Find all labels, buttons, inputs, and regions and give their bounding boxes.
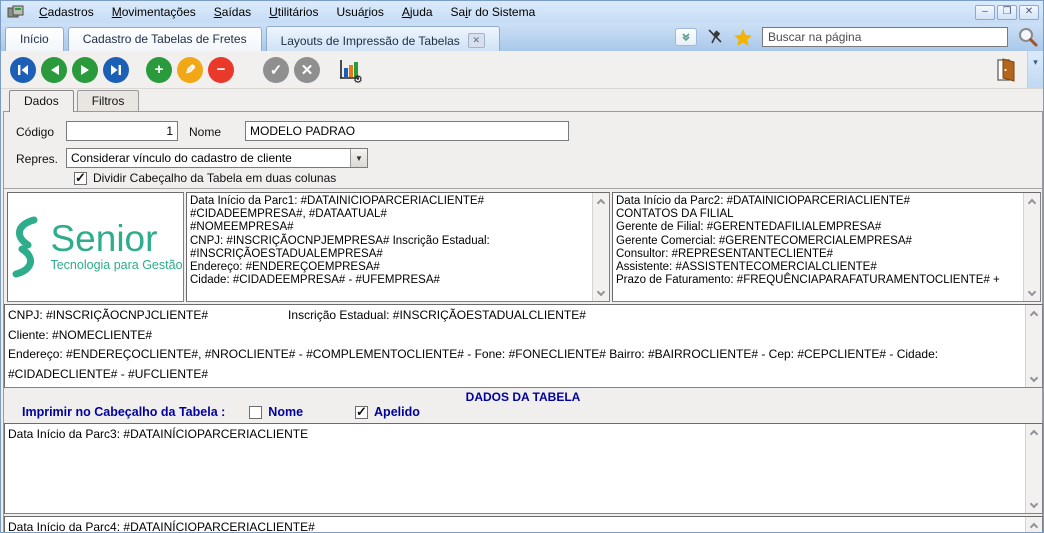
unpin-icon[interactable] [706, 28, 724, 46]
nome-checkbox[interactable] [249, 405, 263, 419]
menu-item-cadastros[interactable]: Cadastros [30, 2, 103, 22]
favorite-star-icon[interactable] [733, 28, 753, 47]
scroll-down-icon[interactable] [1026, 497, 1042, 513]
menu-item-ajuda[interactable]: Ajuda [393, 2, 442, 22]
tab-cadastro-tabelas-fretes[interactable]: Cadastro de Tabelas de Fretes [67, 27, 262, 51]
last-record-button[interactable] [103, 56, 129, 83]
client-header-textarea[interactable]: CNPJ: #INSCRIÇÃOCNPJCLIENTE# Inscrição E… [4, 304, 1043, 388]
nome-option-label: Nome [268, 405, 304, 419]
header-left-textarea[interactable]: Data Início da Parc1: #DATAINÍCIOPARCERI… [186, 192, 610, 302]
first-record-button[interactable] [10, 56, 36, 83]
divide-header-option: Dividir Cabeçalho da Tabela em duas colu… [74, 170, 337, 186]
tab-close-icon[interactable]: ✕ [467, 33, 485, 48]
record-toolbar: + ✎ − ✓ ✕ ⚙ ▾ [1, 51, 1043, 89]
report-chart-button[interactable]: ⚙ [334, 55, 366, 85]
toolbar-right: ▾ [991, 51, 1043, 88]
menu-item-sair[interactable]: Sair do Sistema [442, 2, 545, 22]
scrollbar[interactable] [1023, 193, 1040, 301]
menu-item-utilitarios[interactable]: Utilitários [260, 2, 327, 22]
scroll-up-icon[interactable] [1026, 517, 1042, 532]
tab-layouts-impressao[interactable]: Layouts de Impressão de Tabelas ✕ [265, 26, 500, 51]
dropdown-arrow-icon[interactable]: ▼ [350, 149, 367, 167]
tab-dados[interactable]: Dados [9, 90, 74, 112]
form-header-box: Código 1 Nome MODELO PADRAO Repres. Cons… [4, 112, 1042, 189]
body-text: Data Início da Parc3: #DATAINÍCIOPARCERI… [8, 427, 309, 441]
window-controls: – ❐ ✕ [975, 4, 1043, 20]
scrollbar[interactable] [1025, 517, 1042, 532]
expand-chevron-icon[interactable] [675, 28, 697, 46]
header-left-text: Data Início da Parc1: #DATAINÍCIOPARCERI… [190, 195, 490, 287]
cancel-button[interactable]: ✕ [294, 56, 320, 83]
tab-inicio[interactable]: Início [5, 27, 64, 51]
scroll-up-icon[interactable] [593, 193, 609, 209]
nome-field[interactable]: MODELO PADRAO [245, 121, 569, 141]
table-section-title: DADOS DA TABELA [465, 390, 581, 404]
scrollbar[interactable] [1025, 424, 1042, 513]
codigo-label: Código [16, 125, 55, 139]
close-button[interactable]: ✕ [1019, 4, 1039, 20]
menu-item-movimentacoes[interactable]: Movimentações [103, 2, 205, 22]
body-textarea[interactable]: Data Início da Parc3: #DATAINÍCIOPARCERI… [4, 423, 1043, 514]
confirm-button[interactable]: ✓ [263, 56, 289, 83]
divide-header-label: Dividir Cabeçalho da Tabela em duas colu… [93, 171, 337, 185]
apelido-checkbox[interactable] [355, 404, 369, 420]
scroll-up-icon[interactable] [1026, 305, 1042, 321]
previous-record-button[interactable] [41, 56, 67, 83]
senior-logo-icon [12, 216, 38, 278]
print-header-options: Imprimir no Cabeçalho da Tabela : Nome A… [22, 404, 420, 420]
dados-page: Código 1 Nome MODELO PADRAO Repres. Cons… [3, 111, 1043, 533]
document-tab-bar: Início Cadastro de Tabelas de Fretes Lay… [1, 23, 1043, 51]
header-right-text: Data Início da Parc2: #DATAINÍCIOPARCERI… [616, 195, 1000, 287]
repres-label: Repres. [16, 152, 59, 166]
app-icon [7, 5, 24, 17]
repres-selected-value: Considerar vínculo do cadastro de client… [71, 151, 292, 165]
scrollbar[interactable] [1025, 305, 1042, 387]
tab-filtros[interactable]: Filtros [76, 90, 140, 111]
page-tabs: Dados Filtros [9, 90, 142, 112]
minimize-button[interactable]: – [975, 4, 995, 20]
delete-record-button[interactable]: − [208, 56, 234, 83]
scroll-down-icon[interactable] [593, 285, 609, 301]
tab-label: Layouts de Impressão de Tabelas [280, 33, 460, 48]
nome-label: Nome [189, 125, 222, 139]
next-record-button[interactable] [72, 56, 98, 83]
footer-text: Data Início da Parc4: #DATAINÍCIOPARCERI… [8, 520, 315, 533]
search-icon[interactable] [1017, 26, 1039, 48]
print-header-label: Imprimir no Cabeçalho da Tabela : [22, 405, 226, 419]
menu-bar: Cadastros Movimentações Saídas Utilitári… [1, 1, 1043, 23]
logo-panel: Senior Tecnologia para Gestão [7, 192, 184, 302]
scroll-up-icon[interactable] [1024, 193, 1040, 209]
exit-door-button[interactable] [991, 55, 1021, 85]
restore-button[interactable]: ❐ [997, 4, 1017, 20]
menu-item-saidas[interactable]: Saídas [205, 2, 260, 22]
apelido-option-label: Apelido [374, 405, 420, 419]
search-input[interactable] [762, 27, 1008, 47]
menu-item-usuarios[interactable]: Usuários [327, 2, 392, 22]
edit-record-button[interactable]: ✎ [177, 56, 203, 83]
scrollbar[interactable] [592, 193, 609, 301]
more-options-chevron-icon[interactable]: ▾ [1027, 51, 1043, 88]
codigo-field[interactable]: 1 [66, 121, 178, 141]
client-header-text: CNPJ: #INSCRIÇÃOCNPJCLIENTE# Inscrição E… [8, 308, 939, 381]
application-window: Cadastros Movimentações Saídas Utilitári… [0, 0, 1044, 533]
add-record-button[interactable]: + [146, 56, 172, 83]
scroll-down-icon[interactable] [1024, 285, 1040, 301]
svg-text:⚙: ⚙ [353, 74, 363, 83]
footer-textarea[interactable]: Data Início da Parc4: #DATAINÍCIOPARCERI… [4, 516, 1043, 533]
logo-name: Senior [50, 218, 158, 259]
divide-header-checkbox[interactable] [74, 170, 87, 186]
repres-select[interactable]: Considerar vínculo do cadastro de client… [66, 148, 368, 168]
logo-tagline: Tecnologia para Gestão [50, 258, 183, 272]
tab-tools [675, 26, 1043, 51]
header-right-textarea[interactable]: Data Início da Parc2: #DATAINÍCIOPARCERI… [612, 192, 1041, 302]
scroll-up-icon[interactable] [1026, 424, 1042, 440]
scroll-down-icon[interactable] [1026, 371, 1042, 387]
